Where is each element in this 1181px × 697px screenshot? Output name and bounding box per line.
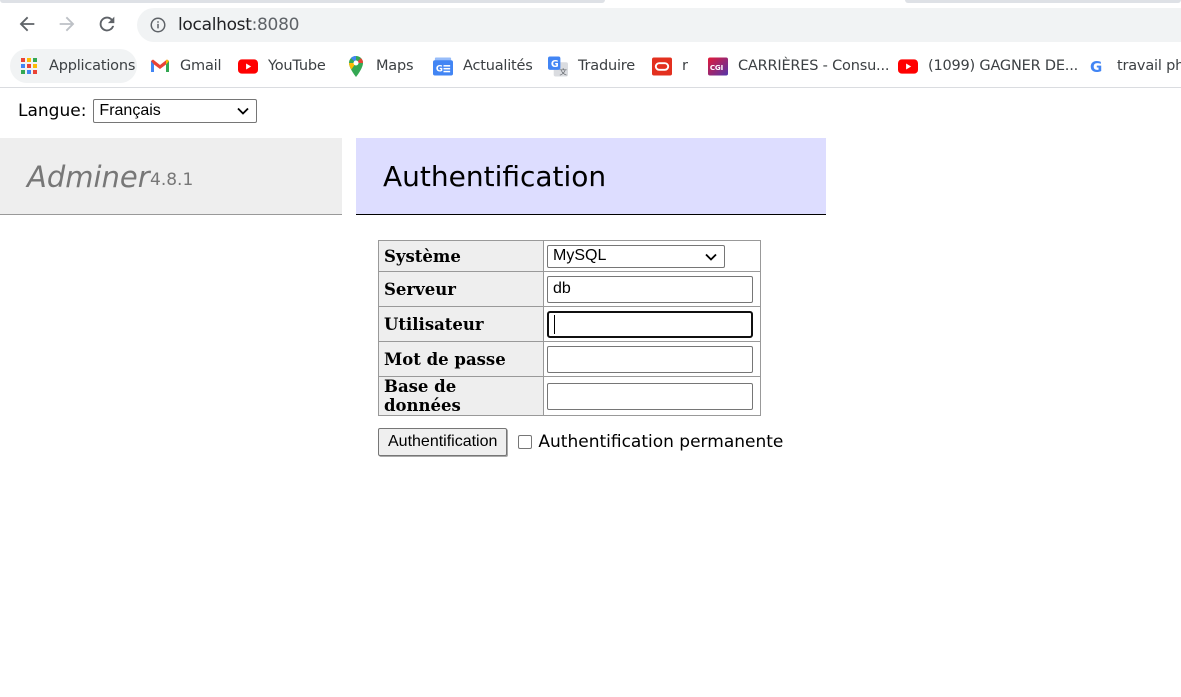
bookmark-gagner[interactable]: (1099) GAGNER DE... <box>898 49 1078 83</box>
google-translate-icon: G文 <box>548 56 568 76</box>
youtube-icon <box>238 56 258 76</box>
user-label: Utilisateur <box>378 306 544 342</box>
form-row-password: Mot de passe <box>378 341 761 377</box>
bookmark-label: Applications <box>49 58 136 74</box>
youtube-icon <box>898 56 918 76</box>
bookmark-label: Gmail <box>180 58 222 74</box>
chevron-down-icon <box>237 107 250 115</box>
adminer-brand-panel: Adminer 4.8.1 <box>0 138 342 215</box>
server-label: Serveur <box>378 271 544 307</box>
database-label: Base de données <box>378 376 544 416</box>
language-selector-row: Langue: Français <box>18 99 258 123</box>
bookmark-gmail[interactable]: Gmail <box>150 49 222 83</box>
login-submit-button[interactable]: Authentification <box>378 428 508 456</box>
form-row-user: Utilisateur <box>378 306 761 342</box>
bookmark-label: travail pho <box>1117 58 1181 74</box>
server-input[interactable]: db <box>547 275 753 303</box>
form-row-system: Système MySQL <box>378 240 761 272</box>
apps-grid-icon <box>19 56 39 76</box>
address-bar[interactable]: localhost:8080 <box>137 8 1181 42</box>
gmail-icon <box>150 56 170 76</box>
maps-pin-icon <box>346 55 366 77</box>
browser-toolbar: localhost:8080 <box>0 0 1181 46</box>
google-icon: G <box>1087 56 1107 76</box>
back-arrow-icon <box>19 16 35 32</box>
bookmark-label: Maps <box>376 58 414 74</box>
oracle-icon <box>652 56 672 76</box>
database-input[interactable] <box>547 382 753 410</box>
bookmarks-bar: Applications Gmail YouTube Maps G Actual… <box>0 46 1181 88</box>
brand-version[interactable]: 4.8.1 <box>150 170 193 190</box>
form-actions: Authentification Authentification perman… <box>378 428 783 456</box>
login-form-table: Système MySQL Serveur db Utilisateur Mot… <box>378 240 761 416</box>
chevron-down-icon <box>705 253 717 261</box>
permanent-login-label[interactable]: Authentification permanente <box>538 432 783 452</box>
page-heading-panel: Authentification <box>356 138 826 215</box>
system-label: Système <box>378 240 544 272</box>
svg-text:G: G <box>436 64 443 74</box>
bookmark-actualites[interactable]: G Actualités <box>433 49 533 83</box>
forward-arrow-icon <box>59 16 75 32</box>
system-select-value: MySQL <box>553 247 607 264</box>
svg-text:G: G <box>551 58 559 69</box>
form-row-database: Base de données <box>378 376 761 416</box>
bookmark-carrieres[interactable]: CGI CARRIÈRES - Consu... <box>708 49 889 83</box>
tab-strip-edge <box>905 0 1181 3</box>
svg-text:CGI: CGI <box>710 62 723 71</box>
server-input-value: db <box>553 280 571 297</box>
bookmark-applications[interactable]: Applications <box>10 49 137 83</box>
svg-text:文: 文 <box>559 66 567 76</box>
cgi-icon: CGI <box>708 56 728 76</box>
forward-button[interactable] <box>52 9 82 39</box>
bookmark-r[interactable]: r <box>652 49 688 83</box>
password-label: Mot de passe <box>378 341 544 377</box>
google-news-icon: G <box>433 56 453 76</box>
password-input[interactable] <box>547 345 753 373</box>
url-text: localhost:8080 <box>178 15 300 35</box>
back-button[interactable] <box>12 9 42 39</box>
language-select-value: Français <box>99 102 161 119</box>
svg-text:G: G <box>1090 58 1102 76</box>
language-select[interactable]: Français <box>93 99 258 123</box>
bookmark-label: Actualités <box>463 58 533 74</box>
page-title: Authentification <box>383 160 607 193</box>
bookmark-traduire[interactable]: G文 Traduire <box>548 49 635 83</box>
username-input[interactable] <box>547 310 753 338</box>
site-info-icon[interactable] <box>149 16 167 34</box>
bookmark-maps[interactable]: Maps <box>346 49 414 83</box>
bookmark-travail[interactable]: G travail pho <box>1087 49 1181 83</box>
reload-icon <box>99 16 115 32</box>
bookmark-label: (1099) GAGNER DE... <box>928 58 1079 74</box>
tab-strip-edge <box>0 0 605 3</box>
bookmark-youtube[interactable]: YouTube <box>238 49 326 83</box>
form-row-server: Serveur db <box>378 271 761 307</box>
bookmark-label: YouTube <box>268 58 326 74</box>
bookmark-label: r <box>682 58 688 74</box>
reload-button[interactable] <box>92 9 122 39</box>
system-select[interactable]: MySQL <box>547 244 725 268</box>
bookmark-label: CARRIÈRES - Consu... <box>738 58 890 74</box>
brand-name-link[interactable]: Adminer <box>27 160 150 194</box>
language-label: Langue: <box>18 101 87 121</box>
permanent-login-checkbox[interactable] <box>518 435 533 449</box>
text-caret <box>554 314 555 334</box>
bookmark-label: Traduire <box>578 58 635 74</box>
